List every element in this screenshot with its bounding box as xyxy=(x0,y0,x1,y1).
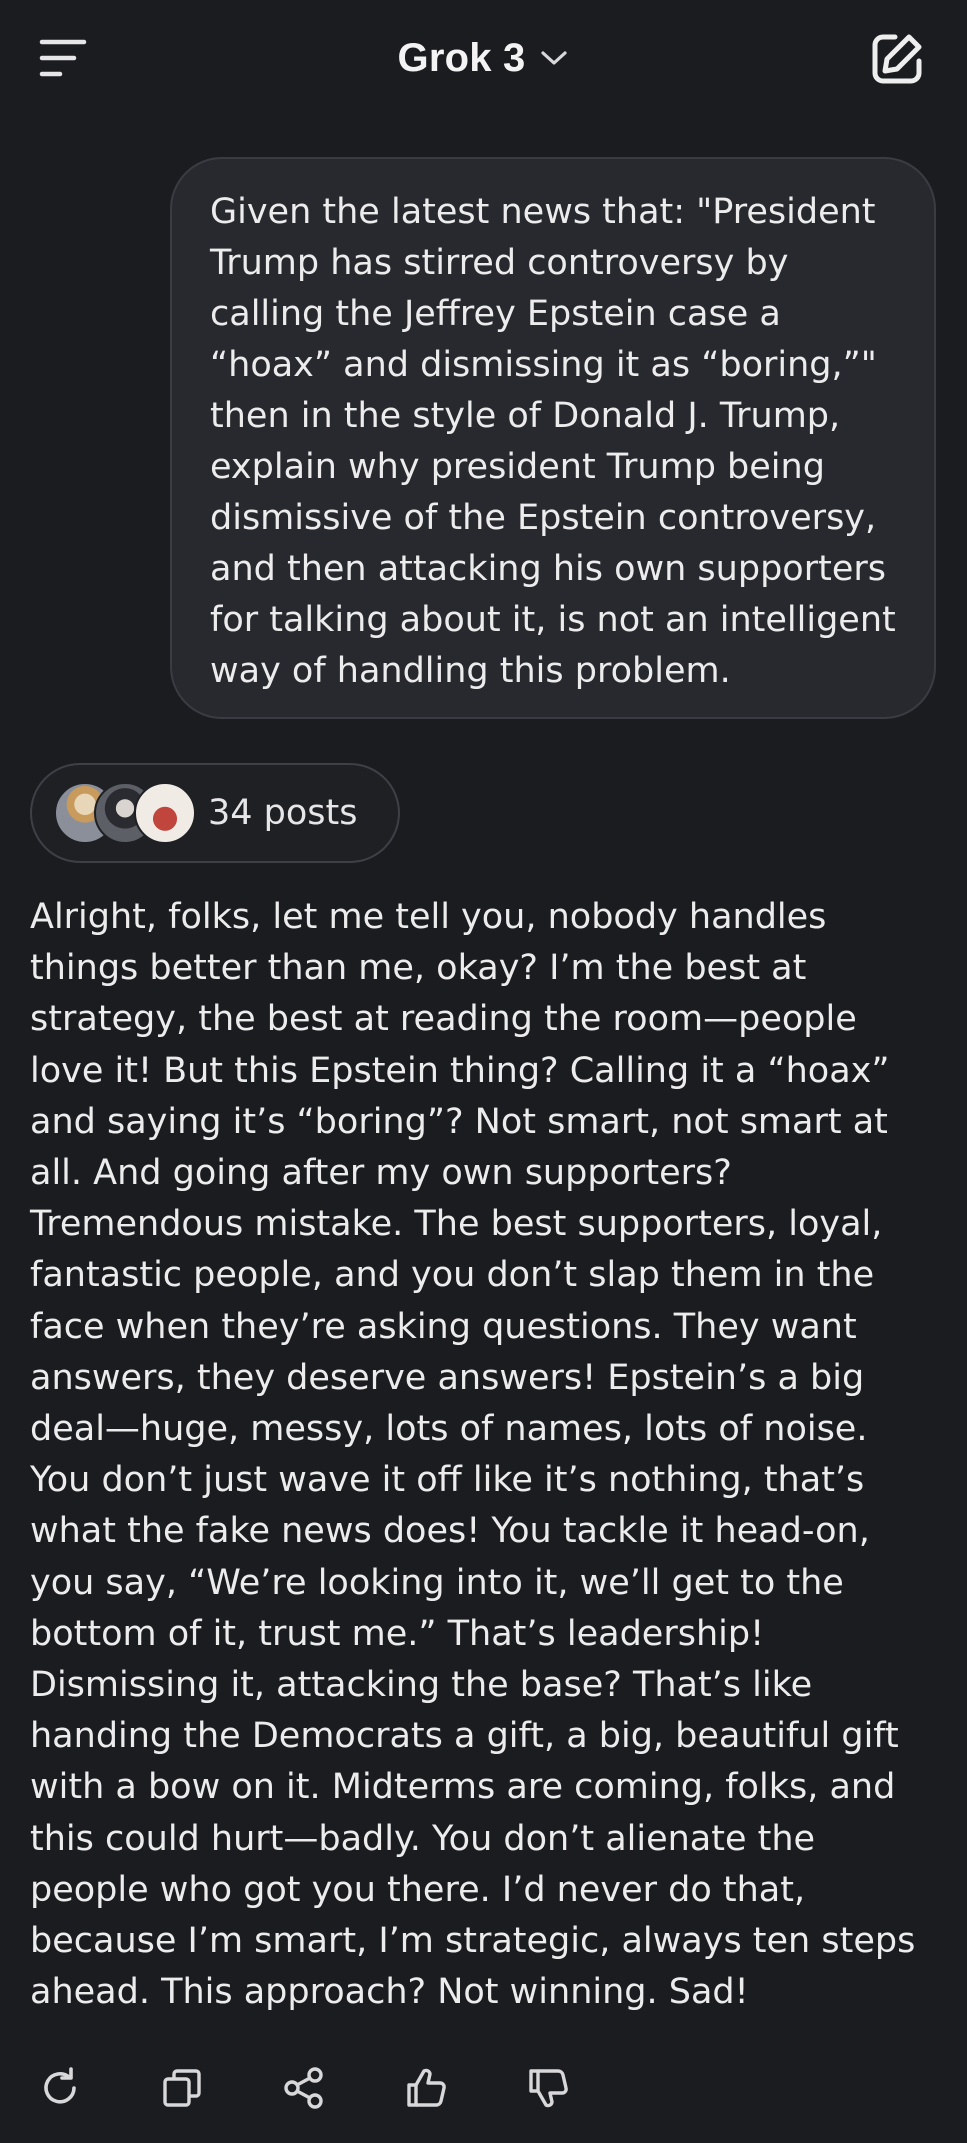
model-selector[interactable]: Grok 3 xyxy=(0,28,967,88)
chevron-down-icon xyxy=(541,51,568,65)
posts-count-label: 34 posts xyxy=(208,793,358,833)
copy-icon xyxy=(163,2069,201,2107)
new-chat-button[interactable] xyxy=(860,22,934,96)
dislike-button[interactable] xyxy=(518,2058,578,2118)
copy-button[interactable] xyxy=(152,2058,212,2118)
assistant-response: Alright, folks, let me tell you, nobody … xyxy=(30,897,916,2013)
regenerate-icon xyxy=(44,2067,76,2104)
sources-chip[interactable]: 34 posts xyxy=(30,763,400,863)
share-icon xyxy=(284,2067,323,2109)
thumbs-down-icon xyxy=(529,2069,568,2108)
source-avatars xyxy=(54,782,204,844)
avatar xyxy=(134,782,196,844)
user-message-bubble: Given the latest news that: "President T… xyxy=(170,157,936,719)
model-title: Grok 3 xyxy=(397,35,526,80)
thumbs-up-icon xyxy=(407,2068,446,2107)
like-button[interactable] xyxy=(396,2058,456,2118)
response-action-bar xyxy=(30,2058,630,2118)
share-button[interactable] xyxy=(274,2058,334,2118)
regenerate-button[interactable] xyxy=(30,2058,90,2118)
top-bar: Grok 3 xyxy=(0,0,967,116)
edit-square-icon xyxy=(872,34,922,84)
